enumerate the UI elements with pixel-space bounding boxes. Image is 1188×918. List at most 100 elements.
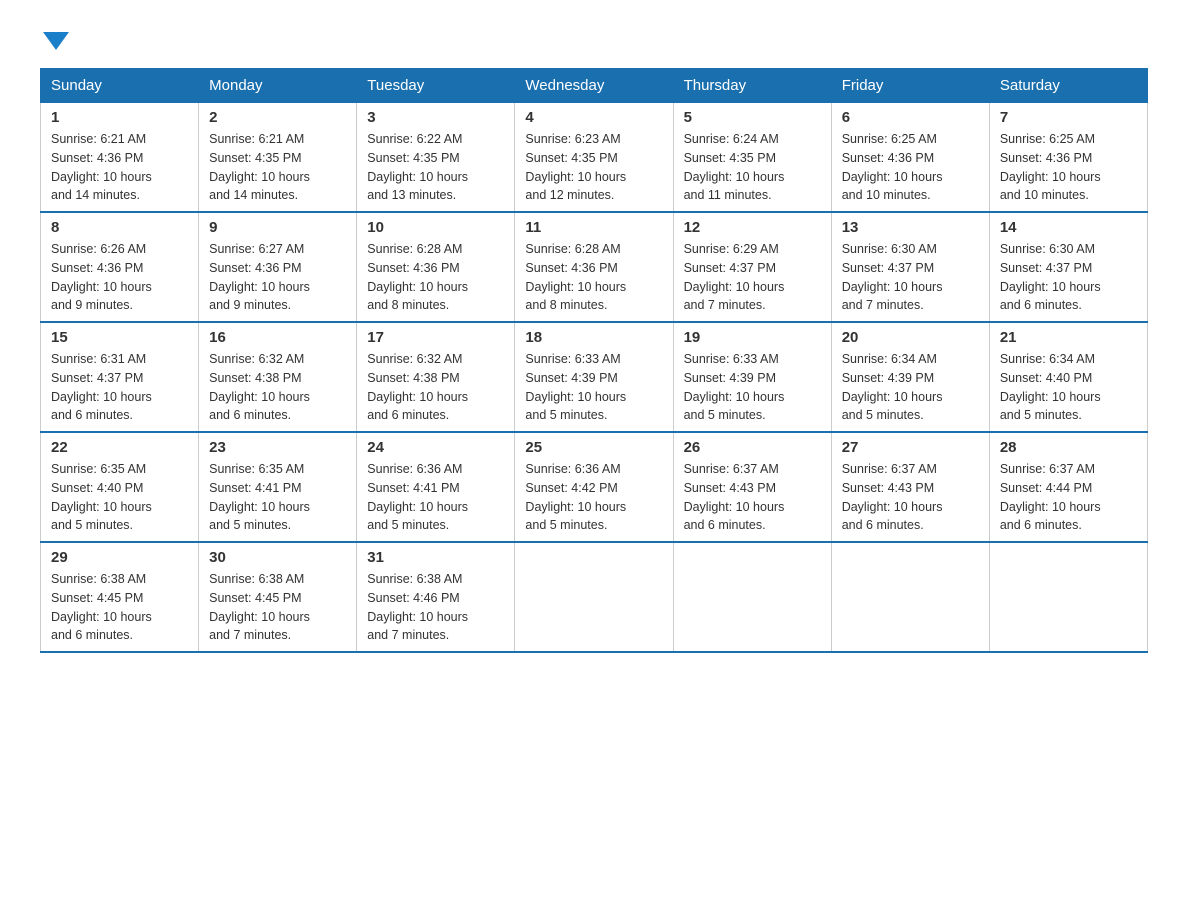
day-info: Sunrise: 6:24 AM Sunset: 4:35 PM Dayligh… bbox=[684, 130, 821, 205]
day-info: Sunrise: 6:22 AM Sunset: 4:35 PM Dayligh… bbox=[367, 130, 504, 205]
calendar-cell: 16 Sunrise: 6:32 AM Sunset: 4:38 PM Dayl… bbox=[199, 322, 357, 432]
calendar-cell bbox=[989, 542, 1147, 652]
day-number: 8 bbox=[51, 219, 188, 236]
calendar-cell: 1 Sunrise: 6:21 AM Sunset: 4:36 PM Dayli… bbox=[41, 103, 199, 213]
logo-text-block bbox=[40, 30, 69, 48]
day-info: Sunrise: 6:23 AM Sunset: 4:35 PM Dayligh… bbox=[525, 130, 662, 205]
calendar-cell: 5 Sunrise: 6:24 AM Sunset: 4:35 PM Dayli… bbox=[673, 103, 831, 213]
calendar-cell: 2 Sunrise: 6:21 AM Sunset: 4:35 PM Dayli… bbox=[199, 103, 357, 213]
day-number: 17 bbox=[367, 329, 504, 346]
day-info: Sunrise: 6:34 AM Sunset: 4:39 PM Dayligh… bbox=[842, 350, 979, 425]
day-number: 28 bbox=[1000, 439, 1137, 456]
day-info: Sunrise: 6:32 AM Sunset: 4:38 PM Dayligh… bbox=[209, 350, 346, 425]
day-info: Sunrise: 6:37 AM Sunset: 4:43 PM Dayligh… bbox=[684, 460, 821, 535]
day-info: Sunrise: 6:36 AM Sunset: 4:42 PM Dayligh… bbox=[525, 460, 662, 535]
col-sunday: Sunday bbox=[41, 69, 199, 103]
day-info: Sunrise: 6:36 AM Sunset: 4:41 PM Dayligh… bbox=[367, 460, 504, 535]
calendar-cell: 30 Sunrise: 6:38 AM Sunset: 4:45 PM Dayl… bbox=[199, 542, 357, 652]
calendar-cell: 27 Sunrise: 6:37 AM Sunset: 4:43 PM Dayl… bbox=[831, 432, 989, 542]
day-number: 7 bbox=[1000, 109, 1137, 126]
day-info: Sunrise: 6:33 AM Sunset: 4:39 PM Dayligh… bbox=[525, 350, 662, 425]
calendar-header: Sunday Monday Tuesday Wednesday Thursday… bbox=[41, 69, 1148, 103]
calendar-cell: 11 Sunrise: 6:28 AM Sunset: 4:36 PM Dayl… bbox=[515, 212, 673, 322]
calendar-cell: 15 Sunrise: 6:31 AM Sunset: 4:37 PM Dayl… bbox=[41, 322, 199, 432]
day-number: 6 bbox=[842, 109, 979, 126]
col-tuesday: Tuesday bbox=[357, 69, 515, 103]
day-number: 9 bbox=[209, 219, 346, 236]
calendar-week-row: 8 Sunrise: 6:26 AM Sunset: 4:36 PM Dayli… bbox=[41, 212, 1148, 322]
day-info: Sunrise: 6:28 AM Sunset: 4:36 PM Dayligh… bbox=[525, 240, 662, 315]
day-number: 2 bbox=[209, 109, 346, 126]
day-number: 10 bbox=[367, 219, 504, 236]
calendar-cell: 9 Sunrise: 6:27 AM Sunset: 4:36 PM Dayli… bbox=[199, 212, 357, 322]
calendar-cell: 23 Sunrise: 6:35 AM Sunset: 4:41 PM Dayl… bbox=[199, 432, 357, 542]
calendar-week-row: 29 Sunrise: 6:38 AM Sunset: 4:45 PM Dayl… bbox=[41, 542, 1148, 652]
calendar-cell: 26 Sunrise: 6:37 AM Sunset: 4:43 PM Dayl… bbox=[673, 432, 831, 542]
day-info: Sunrise: 6:32 AM Sunset: 4:38 PM Dayligh… bbox=[367, 350, 504, 425]
day-info: Sunrise: 6:27 AM Sunset: 4:36 PM Dayligh… bbox=[209, 240, 346, 315]
calendar-cell: 20 Sunrise: 6:34 AM Sunset: 4:39 PM Dayl… bbox=[831, 322, 989, 432]
day-info: Sunrise: 6:31 AM Sunset: 4:37 PM Dayligh… bbox=[51, 350, 188, 425]
calendar-cell: 19 Sunrise: 6:33 AM Sunset: 4:39 PM Dayl… bbox=[673, 322, 831, 432]
calendar-body: 1 Sunrise: 6:21 AM Sunset: 4:36 PM Dayli… bbox=[41, 103, 1148, 653]
day-number: 14 bbox=[1000, 219, 1137, 236]
calendar-cell: 12 Sunrise: 6:29 AM Sunset: 4:37 PM Dayl… bbox=[673, 212, 831, 322]
day-info: Sunrise: 6:25 AM Sunset: 4:36 PM Dayligh… bbox=[842, 130, 979, 205]
day-info: Sunrise: 6:30 AM Sunset: 4:37 PM Dayligh… bbox=[1000, 240, 1137, 315]
day-number: 30 bbox=[209, 549, 346, 566]
day-info: Sunrise: 6:38 AM Sunset: 4:45 PM Dayligh… bbox=[209, 570, 346, 645]
day-number: 31 bbox=[367, 549, 504, 566]
day-number: 21 bbox=[1000, 329, 1137, 346]
day-info: Sunrise: 6:21 AM Sunset: 4:36 PM Dayligh… bbox=[51, 130, 188, 205]
calendar-cell: 8 Sunrise: 6:26 AM Sunset: 4:36 PM Dayli… bbox=[41, 212, 199, 322]
day-number: 11 bbox=[525, 219, 662, 236]
calendar-cell: 21 Sunrise: 6:34 AM Sunset: 4:40 PM Dayl… bbox=[989, 322, 1147, 432]
day-info: Sunrise: 6:28 AM Sunset: 4:36 PM Dayligh… bbox=[367, 240, 504, 315]
day-number: 18 bbox=[525, 329, 662, 346]
calendar-cell: 14 Sunrise: 6:30 AM Sunset: 4:37 PM Dayl… bbox=[989, 212, 1147, 322]
calendar-cell bbox=[515, 542, 673, 652]
day-info: Sunrise: 6:30 AM Sunset: 4:37 PM Dayligh… bbox=[842, 240, 979, 315]
day-info: Sunrise: 6:21 AM Sunset: 4:35 PM Dayligh… bbox=[209, 130, 346, 205]
day-info: Sunrise: 6:29 AM Sunset: 4:37 PM Dayligh… bbox=[684, 240, 821, 315]
day-number: 24 bbox=[367, 439, 504, 456]
calendar-cell: 31 Sunrise: 6:38 AM Sunset: 4:46 PM Dayl… bbox=[357, 542, 515, 652]
day-info: Sunrise: 6:26 AM Sunset: 4:36 PM Dayligh… bbox=[51, 240, 188, 315]
calendar-cell bbox=[831, 542, 989, 652]
page-header bbox=[40, 30, 1148, 48]
day-info: Sunrise: 6:38 AM Sunset: 4:45 PM Dayligh… bbox=[51, 570, 188, 645]
calendar-cell: 18 Sunrise: 6:33 AM Sunset: 4:39 PM Dayl… bbox=[515, 322, 673, 432]
calendar-week-row: 15 Sunrise: 6:31 AM Sunset: 4:37 PM Dayl… bbox=[41, 322, 1148, 432]
day-number: 3 bbox=[367, 109, 504, 126]
calendar-cell: 3 Sunrise: 6:22 AM Sunset: 4:35 PM Dayli… bbox=[357, 103, 515, 213]
day-info: Sunrise: 6:34 AM Sunset: 4:40 PM Dayligh… bbox=[1000, 350, 1137, 425]
day-info: Sunrise: 6:37 AM Sunset: 4:43 PM Dayligh… bbox=[842, 460, 979, 535]
calendar-cell: 28 Sunrise: 6:37 AM Sunset: 4:44 PM Dayl… bbox=[989, 432, 1147, 542]
day-number: 22 bbox=[51, 439, 188, 456]
calendar-cell: 22 Sunrise: 6:35 AM Sunset: 4:40 PM Dayl… bbox=[41, 432, 199, 542]
col-friday: Friday bbox=[831, 69, 989, 103]
calendar-cell: 25 Sunrise: 6:36 AM Sunset: 4:42 PM Dayl… bbox=[515, 432, 673, 542]
day-number: 29 bbox=[51, 549, 188, 566]
day-number: 13 bbox=[842, 219, 979, 236]
calendar-cell: 6 Sunrise: 6:25 AM Sunset: 4:36 PM Dayli… bbox=[831, 103, 989, 213]
day-number: 20 bbox=[842, 329, 979, 346]
day-number: 19 bbox=[684, 329, 821, 346]
calendar-cell: 17 Sunrise: 6:32 AM Sunset: 4:38 PM Dayl… bbox=[357, 322, 515, 432]
day-info: Sunrise: 6:37 AM Sunset: 4:44 PM Dayligh… bbox=[1000, 460, 1137, 535]
calendar-cell: 13 Sunrise: 6:30 AM Sunset: 4:37 PM Dayl… bbox=[831, 212, 989, 322]
calendar-table: Sunday Monday Tuesday Wednesday Thursday… bbox=[40, 68, 1148, 653]
day-number: 27 bbox=[842, 439, 979, 456]
col-saturday: Saturday bbox=[989, 69, 1147, 103]
day-info: Sunrise: 6:35 AM Sunset: 4:41 PM Dayligh… bbox=[209, 460, 346, 535]
col-wednesday: Wednesday bbox=[515, 69, 673, 103]
calendar-week-row: 22 Sunrise: 6:35 AM Sunset: 4:40 PM Dayl… bbox=[41, 432, 1148, 542]
calendar-week-row: 1 Sunrise: 6:21 AM Sunset: 4:36 PM Dayli… bbox=[41, 103, 1148, 213]
day-number: 4 bbox=[525, 109, 662, 126]
col-monday: Monday bbox=[199, 69, 357, 103]
day-info: Sunrise: 6:35 AM Sunset: 4:40 PM Dayligh… bbox=[51, 460, 188, 535]
calendar-cell bbox=[673, 542, 831, 652]
day-number: 15 bbox=[51, 329, 188, 346]
day-number: 1 bbox=[51, 109, 188, 126]
calendar-cell: 24 Sunrise: 6:36 AM Sunset: 4:41 PM Dayl… bbox=[357, 432, 515, 542]
